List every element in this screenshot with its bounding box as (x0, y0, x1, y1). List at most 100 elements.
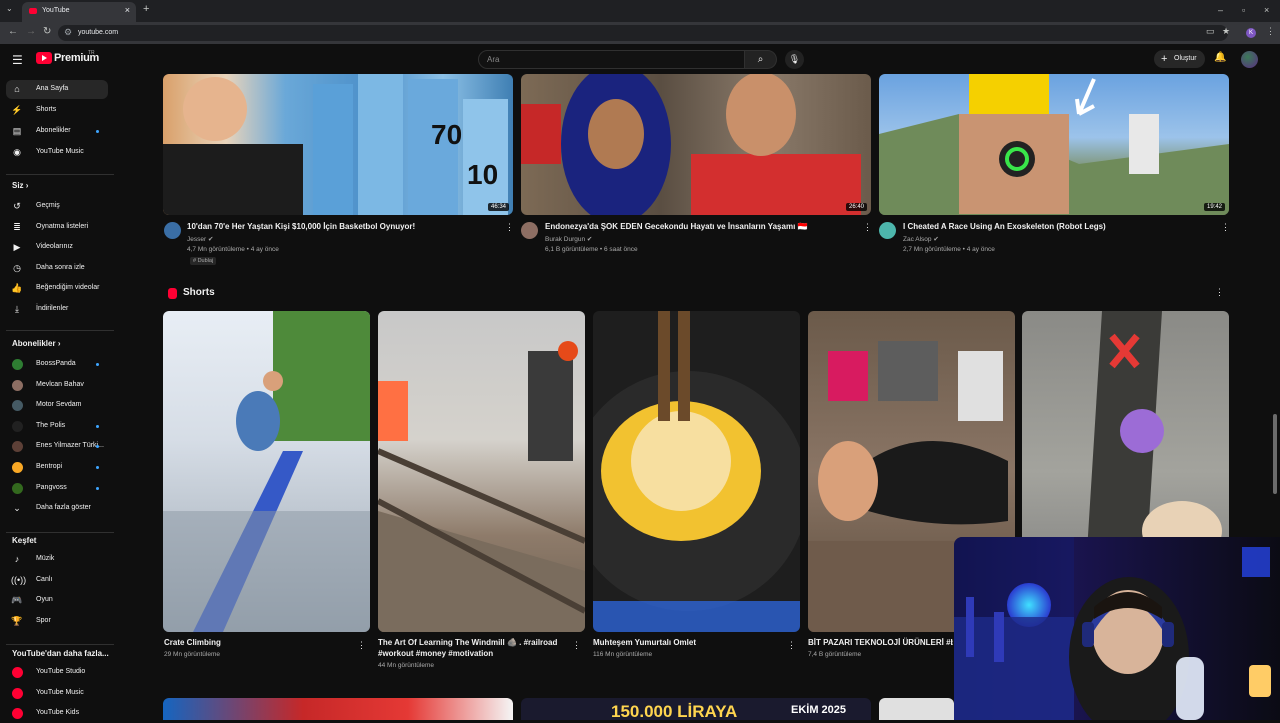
sidebar-item-main[interactable]: ⌂ Ana Sayfa (6, 80, 108, 99)
video-title[interactable]: Endonezya'da ŞOK EDEN Gecekondu Hayatı v… (545, 222, 807, 231)
bookmark-star-icon[interactable]: ★ (1222, 26, 1230, 37)
your-videos-icon: ▶ (13, 242, 21, 253)
video-thumbnail[interactable] (163, 698, 513, 720)
short-thumbnail[interactable] (593, 311, 800, 632)
shorts-more-options-icon[interactable]: ⋮ (1215, 287, 1224, 298)
video-title[interactable]: 10'dan 70'e Her Yaştan Kişi $10,000 İçin… (187, 222, 415, 231)
sidebar-item-main[interactable]: ▤ Abonelikler (6, 122, 108, 141)
verified-icon: ✔ (933, 236, 939, 243)
short-more-options-icon[interactable]: ⋮ (357, 640, 366, 651)
new-content-dot (96, 424, 99, 428)
site-info-icon[interactable]: ⚙ (64, 27, 72, 38)
like-icon: 👍 (11, 283, 23, 294)
short-title[interactable]: Crate Climbing (164, 637, 354, 648)
sidebar-item-subscription[interactable]: Enes Yilmazer Türki... (6, 437, 108, 456)
channel-name[interactable]: Jesser ✔ (187, 235, 213, 243)
close-window-icon[interactable]: × (1264, 5, 1269, 15)
tab-search-icon[interactable]: ⌄ (6, 4, 13, 13)
short-more-options-icon[interactable]: ⋮ (787, 640, 796, 651)
sidebar-item-show-more[interactable]: ⌄ Daha fazla göster (6, 499, 108, 518)
thumbnail-art (521, 74, 861, 215)
minimize-icon[interactable]: – (1218, 5, 1223, 15)
search-input[interactable]: Ara (478, 50, 745, 69)
sidebar-item-more-from[interactable]: YouTube Music (6, 684, 108, 703)
sidebar-item-more-from[interactable]: YouTube Studio (6, 663, 108, 682)
you-heading[interactable]: Siz › (12, 181, 28, 190)
sidebar-item-more-from[interactable]: YouTube Kids (6, 704, 108, 723)
notifications-bell-icon[interactable]: 🔔 (1214, 52, 1226, 63)
short-thumbnail[interactable] (378, 311, 585, 632)
sidebar-item-you[interactable]: ↺ Geçmiş (6, 197, 108, 216)
thumbnail-text: 150.000 LİRAYA (611, 702, 738, 720)
webcam-overlay (954, 537, 1280, 720)
close-tab-icon[interactable]: × (125, 5, 130, 15)
sidebar-item-subscription[interactable]: Mevlcan Bahav (6, 376, 108, 395)
create-button[interactable]: + Oluştur (1154, 50, 1205, 68)
sidebar-item-main[interactable]: ◉ YouTube Music (6, 143, 108, 162)
forward-icon[interactable]: → (26, 26, 36, 37)
video-thumbnail[interactable]: 26:40 (521, 74, 871, 215)
more-options-icon[interactable]: ⋮ (505, 222, 514, 233)
short-art (378, 341, 585, 632)
sidebar-item-label: Abonelikler (36, 127, 71, 134)
home-icon: ⌂ (14, 84, 20, 94)
video-thumbnail[interactable]: 70 10 46:34 (163, 74, 513, 215)
page-scrollbar[interactable] (1273, 414, 1277, 494)
sidebar-item-you[interactable]: ◷ Daha sonra izle (6, 259, 108, 278)
more-options-icon[interactable]: ⋮ (1221, 222, 1230, 233)
new-tab-icon[interactable]: + (143, 3, 149, 15)
short-more-options-icon[interactable]: ⋮ (572, 640, 581, 651)
short-title[interactable]: BİT PAZARI TEKNOLOJİ ÜRÜNLERİ #bitp (808, 637, 953, 648)
channel-name[interactable]: Zac Alsop ✔ (903, 235, 939, 243)
address-bar[interactable]: ⚙ youtube.com (58, 25, 1228, 41)
short-thumbnail[interactable] (163, 311, 370, 632)
video-thumbnail[interactable]: 19:42 (879, 74, 1229, 215)
subscriptions-heading[interactable]: Abonelikler › (12, 339, 60, 348)
sidebar-item-explore[interactable]: ((•)) Canlı (6, 571, 108, 590)
maximize-icon[interactable]: ▫ (1242, 5, 1245, 15)
browser-tab[interactable]: YouTube × (22, 2, 136, 22)
sidebar-item-subscription[interactable]: The Polis (6, 417, 108, 436)
sidebar-item-you[interactable]: ≣ Oynatma listeleri (6, 218, 108, 237)
reload-icon[interactable]: ↻ (43, 26, 51, 37)
chevron-right-icon: › (25, 181, 29, 190)
search-button[interactable]: ⌕ (745, 50, 777, 69)
back-icon[interactable]: ← (8, 26, 18, 37)
channel-avatar[interactable] (879, 222, 896, 239)
voice-search-button[interactable]: 🎙 (785, 50, 804, 69)
sidebar-item-explore[interactable]: ♪ Müzik (6, 550, 108, 569)
tab-title: YouTube (42, 7, 70, 14)
sidebar-item-label: Mevlcan Bahav (36, 380, 84, 388)
browser-menu-icon[interactable]: ⋮ (1266, 26, 1275, 37)
more-options-icon[interactable]: ⋮ (863, 222, 872, 233)
sidebar-item-explore[interactable]: 🏆 Spor (6, 612, 108, 631)
sidebar-item-explore[interactable]: 🎮 Oyun (6, 591, 108, 610)
sidebar-item-label: Enes Yilmazer Türki... (36, 442, 104, 450)
youtube-header: ☰ Premium TR Ara ⌕ 🎙 + Oluştur 🔔 (0, 44, 1280, 74)
youtube-logo-icon[interactable] (36, 52, 52, 64)
channel-avatar[interactable] (521, 222, 538, 239)
video-thumbnail[interactable] (879, 698, 954, 720)
sidebar-item-main[interactable]: ⚡ Shorts (6, 101, 108, 120)
short-title[interactable]: The Art Of Learning The Windmill 🪨 . #ra… (378, 637, 563, 659)
sidebar-item-subscription[interactable]: Motor Sevdam (6, 396, 108, 415)
sidebar-item-you[interactable]: ⤓ İndirilenler (6, 300, 108, 319)
channel-name[interactable]: Burak Durgun ✔ (545, 235, 592, 243)
sidebar-item-label: The Polis (36, 421, 66, 429)
cast-icon[interactable]: ▭ (1206, 26, 1215, 37)
sidebar-item-subscription[interactable]: BoossPanda (6, 355, 108, 374)
menu-icon[interactable]: ☰ (12, 53, 23, 67)
video-thumbnail[interactable]: 150.000 LİRAYA EKİM 2025 (521, 698, 871, 720)
channel-avatar[interactable] (164, 222, 181, 239)
sidebar-item-you[interactable]: 👍 Beğendiğim videolar (6, 279, 108, 298)
sidebar-item-subscription[interactable]: Bentropi (6, 458, 108, 477)
browser-profile-avatar[interactable]: K (1246, 28, 1256, 38)
sidebar-item-you[interactable]: ▶ Videolarınız (6, 238, 108, 257)
sidebar-item-subscription[interactable]: Pangvoss (6, 479, 108, 498)
video-title[interactable]: I Cheated A Race Using An Exoskeleton (R… (903, 222, 1106, 231)
short-title[interactable]: Muhteşem Yumurtalı Omlet (593, 637, 778, 648)
channel-avatar (12, 379, 23, 391)
verified-icon: ✔ (207, 236, 214, 243)
youtube-favicon-icon (29, 8, 37, 14)
account-avatar[interactable] (1241, 51, 1258, 68)
